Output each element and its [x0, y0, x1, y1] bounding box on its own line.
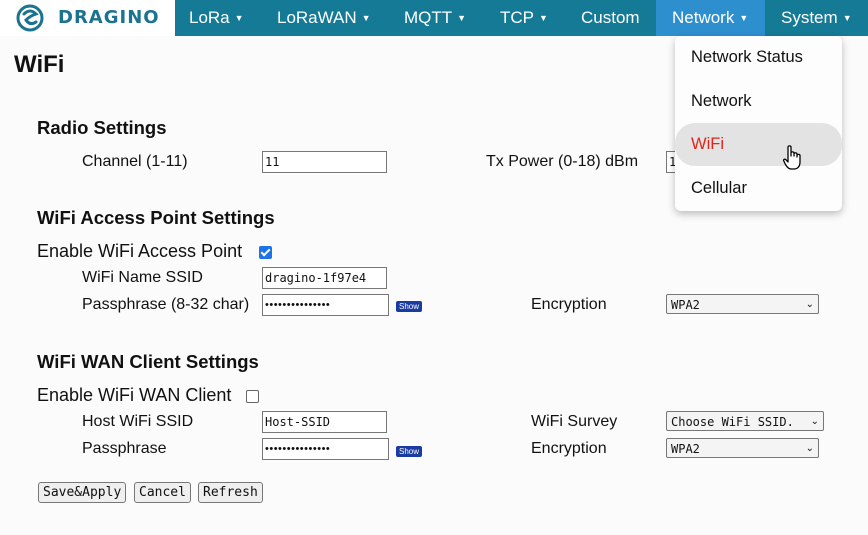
chevron-down-icon: ⌄ [805, 299, 814, 310]
caret-down-icon: ▼ [842, 13, 852, 23]
nav-tcp[interactable]: TCP ▼ [500, 0, 548, 36]
ap-show-password-button[interactable]: Show [396, 301, 423, 312]
wan-encryption-select[interactable]: WPA2 ⌄ [666, 438, 819, 458]
wan-encryption-value: WPA2 [671, 442, 700, 456]
ap-encryption-value: WPA2 [671, 298, 700, 312]
refresh-button[interactable]: Refresh [198, 482, 263, 503]
ap-encryption-label: Encryption [531, 296, 607, 313]
top-nav-bar: DRAGINO LoRa ▼ LoRaWAN ▼ MQTT ▼ TCP ▼ Custom… [0, 0, 868, 36]
hand-pointer-icon [783, 145, 801, 170]
ap-settings-title: WiFi Access Point Settings [37, 207, 275, 228]
cancel-button[interactable]: Cancel [134, 482, 191, 503]
caret-down-icon: ▼ [234, 13, 244, 23]
save-apply-button[interactable]: Save&Apply [38, 482, 127, 503]
caret-down-icon: ▼ [539, 13, 548, 23]
ap-ssid-input[interactable]: dragino-1f97e4 [262, 267, 387, 289]
nav-custom-label: Custom [581, 8, 640, 27]
menu-item-network-status[interactable]: Network Status [675, 36, 842, 79]
caret-down-icon: ▼ [739, 13, 749, 23]
wan-settings-title: WiFi WAN Client Settings [37, 351, 259, 372]
page-title: WiFi [14, 51, 65, 78]
wifi-survey-select[interactable]: Choose WiFi SSID. ⌄ [666, 411, 824, 431]
nav-mqtt[interactable]: MQTT ▼ [404, 0, 466, 36]
nav-lorawan[interactable]: LoRaWAN ▼ [277, 0, 371, 36]
enable-wan-label: Enable WiFi WAN Client [37, 385, 232, 405]
nav-mqtt-label: MQTT [404, 8, 453, 27]
caret-down-icon: ▼ [457, 13, 467, 23]
wan-encryption-label: Encryption [531, 440, 607, 457]
ap-passphrase-label: Passphrase (8-32 char) [82, 296, 250, 313]
nav-tcp-label: TCP [500, 8, 534, 27]
nav-lora-label: LoRa [189, 8, 230, 27]
chevron-down-icon: ⌄ [810, 416, 819, 427]
enable-ap-label: Enable WiFi Access Point [37, 241, 243, 261]
wan-show-password-button[interactable]: Show [396, 446, 423, 457]
nav-lora[interactable]: LoRa ▼ [189, 0, 244, 36]
nav-network-label: Network [672, 8, 735, 27]
txpower-label: Tx Power (0-18) dBm [486, 153, 639, 170]
wifi-survey-label: WiFi Survey [531, 413, 618, 430]
network-dropdown-menu: Network Status Network WiFi Cellular [675, 36, 842, 211]
dragino-logo-icon [16, 4, 44, 32]
radio-settings-title: Radio Settings [37, 117, 167, 138]
channel-label: Channel (1-11) [82, 153, 188, 170]
channel-input[interactable]: 11 [262, 151, 387, 173]
nav-custom[interactable]: Custom [581, 0, 640, 36]
wan-passphrase-input[interactable]: ••••••••••••••• [262, 438, 389, 460]
nav-lorawan-label: LoRaWAN [277, 8, 357, 27]
wan-passphrase-label: Passphrase [82, 440, 167, 457]
chevron-down-icon: ⌄ [805, 443, 814, 454]
nav-system-label: System [781, 8, 838, 27]
enable-ap-checkbox[interactable] [259, 246, 272, 259]
ap-passphrase-input[interactable]: ••••••••••••••• [262, 294, 389, 316]
menu-item-network[interactable]: Network [675, 80, 842, 123]
caret-down-icon: ▼ [361, 13, 371, 23]
menu-item-wifi[interactable]: WiFi [675, 123, 842, 166]
brand-name: DRAGINO [58, 7, 160, 28]
nav-system[interactable]: System ▼ [781, 0, 852, 36]
ap-ssid-label: WiFi Name SSID [82, 269, 203, 286]
ap-encryption-select[interactable]: WPA2 ⌄ [666, 294, 819, 314]
menu-item-cellular[interactable]: Cellular [675, 167, 842, 210]
brand-logo[interactable]: DRAGINO [0, 0, 175, 36]
enable-wan-checkbox[interactable] [246, 390, 259, 403]
wan-ssid-input[interactable]: Host-SSID [262, 411, 387, 433]
nav-network[interactable]: Network ▼ [656, 0, 765, 36]
wan-ssid-label: Host WiFi SSID [82, 413, 194, 430]
wifi-survey-value: Choose WiFi SSID. [671, 415, 794, 429]
